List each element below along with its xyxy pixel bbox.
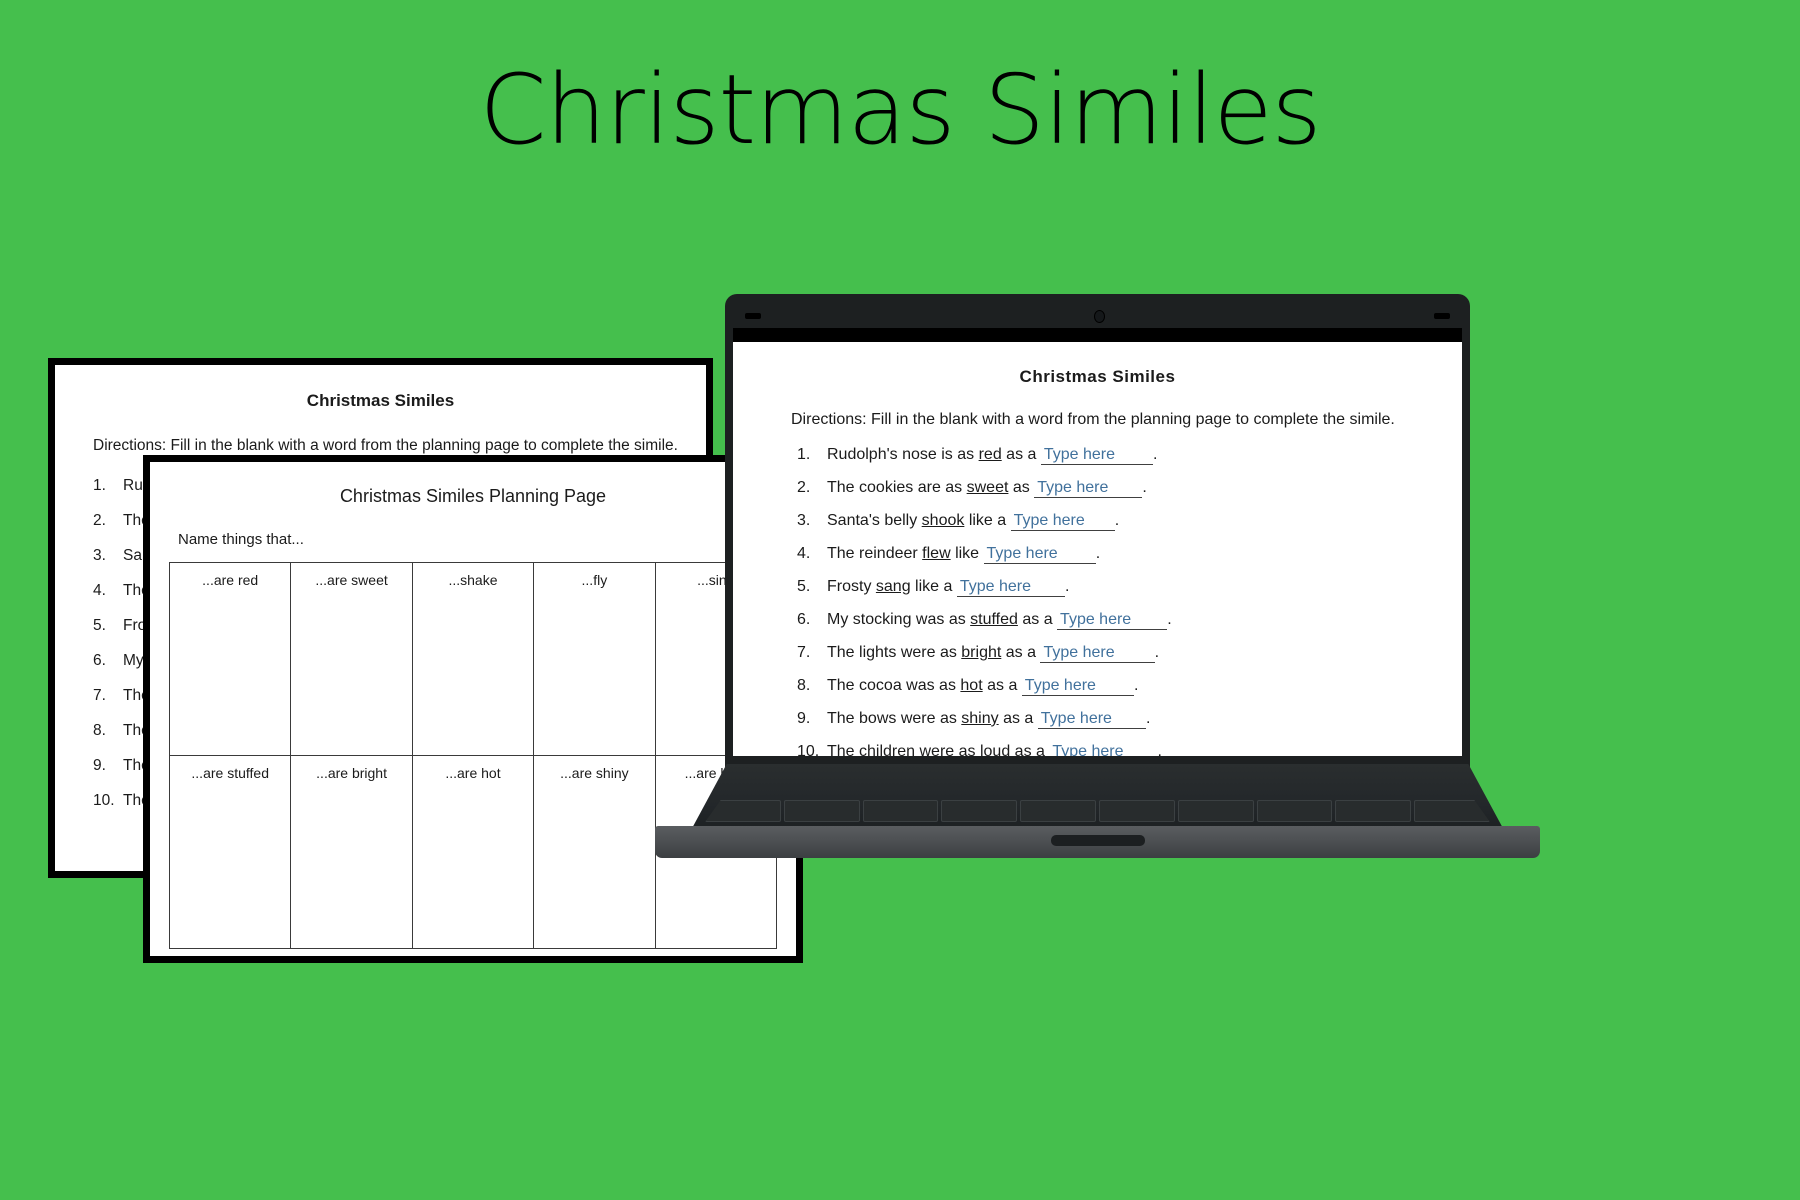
simile-keyword: bright (961, 644, 1002, 661)
laptop-key (1020, 800, 1096, 822)
type-here-blank[interactable]: Type here (1040, 446, 1154, 465)
back-item-number: 7. (93, 687, 106, 704)
simile-item-number: 1. (797, 446, 811, 463)
laptop-key (941, 800, 1018, 822)
back-item-number: 10. (93, 792, 115, 809)
type-here-blank[interactable]: Type here (1037, 710, 1146, 729)
indicator-left-icon (745, 313, 761, 319)
simile-keyword: red (978, 446, 1002, 463)
simile-item-number: 9. (797, 710, 811, 727)
planning-table-cell[interactable]: ...are bright (290, 755, 413, 949)
worksheet-simile-item: 3. Santa's belly shook like a Type here. (797, 512, 1120, 531)
simile-item-number: 5. (797, 578, 811, 595)
back-item-number: 6. (93, 652, 106, 669)
simile-keyword: sweet (966, 479, 1009, 496)
webcam-icon (1093, 310, 1105, 323)
laptop-key (1098, 800, 1175, 822)
simile-keyword: stuffed (970, 611, 1018, 628)
simile-keyword: shiny (961, 710, 999, 727)
worksheet-simile-item: 5. Frosty sang like a Type here. (797, 578, 1070, 597)
simile-keyword: sang (875, 578, 911, 595)
worksheet-simile-item: 10. The children were as loud as a Type h… (797, 743, 1462, 756)
simile-item-number: 4. (797, 545, 811, 562)
laptop-lid-notch (1050, 835, 1145, 846)
worksheet-simile-item: 4. The reindeer flew like Type here. (797, 545, 1101, 564)
type-here-blank[interactable]: Type here (1049, 743, 1157, 756)
laptop-key (1335, 800, 1412, 822)
type-here-blank[interactable]: Type here (983, 545, 1096, 564)
simile-keyword: flew (922, 545, 951, 562)
planning-table-cell[interactable]: ...fly (533, 562, 656, 756)
back-worksheet-title: Christmas Similes (306, 391, 455, 410)
simile-keyword: hot (960, 677, 983, 694)
worksheet-simile-item: 2. The cookies are as sweet as Type here. (797, 479, 1147, 498)
indicator-right-icon (1434, 313, 1450, 319)
worksheet-title: Christmas Similes (1019, 367, 1176, 386)
planning-table-cell[interactable]: ...are sweet (290, 562, 413, 756)
page-title: Christmas Similes (479, 54, 1321, 166)
worksheet-simile-item: 6. My stocking was as stuffed as a Type h… (797, 611, 1172, 630)
type-here-blank[interactable]: Type here (1040, 644, 1155, 663)
type-here-blank[interactable]: Type here (1010, 512, 1115, 531)
back-item-number: 8. (93, 722, 106, 739)
back-item-number: 4. (93, 582, 106, 599)
planning-table-cell[interactable]: ...shake (411, 562, 535, 756)
worksheet-simile-item: 7. The lights were as bright as a Type he… (797, 644, 1160, 663)
worksheet-directions: Directions: Fill in the blank with a wor… (791, 411, 1395, 428)
laptop-lid: Christmas Similes Directions: Fill in th… (725, 294, 1470, 788)
laptop-base (655, 764, 1540, 864)
simile-item-number: 8. (797, 677, 811, 694)
planning-table-cell[interactable]: ...are red (168, 562, 292, 756)
back-item-number: 5. (93, 617, 106, 634)
worksheet-simile-item: 8. The cocoa was as hot as a Type here. (797, 677, 1139, 696)
type-here-blank[interactable]: Type here (1021, 677, 1134, 696)
simile-item-number: 2. (797, 479, 811, 496)
laptop-key (783, 800, 860, 822)
simile-keyword: loud (979, 743, 1011, 756)
laptop-key (862, 800, 939, 822)
back-worksheet-directions: Directions: Fill in the blank with a wor… (93, 437, 678, 454)
back-item-number: 9. (93, 757, 106, 774)
planning-table-cell[interactable]: ...are stuffed (168, 755, 292, 949)
laptop-mockup: Christmas Similes Directions: Fill in th… (655, 294, 1540, 864)
back-item-number: 3. (93, 547, 106, 564)
worksheet-simile-item: 9. The bows were as shiny as a Type here. (797, 710, 1151, 729)
simile-item-number: 10. (797, 743, 820, 756)
planning-table-cell[interactable]: ...are hot (411, 755, 535, 949)
type-here-blank[interactable]: Type here (1034, 479, 1143, 498)
simile-item-number: 6. (797, 611, 811, 628)
planning-table-cell[interactable]: ...are shiny (533, 755, 656, 949)
laptop-key-row (705, 800, 1490, 822)
simile-item-number: 3. (797, 512, 811, 529)
laptop-key (1177, 800, 1254, 822)
worksheet-simile-item: 1. Rudolph's nose is as red as a Type her… (797, 446, 1158, 465)
laptop-front-edge (655, 826, 1540, 858)
laptop-screen: Christmas Similes Directions: Fill in th… (733, 342, 1462, 756)
simile-item-number: 7. (797, 644, 811, 661)
back-item-number: 1. (93, 477, 106, 494)
type-here-blank[interactable]: Type here (956, 578, 1065, 597)
laptop-key (1256, 800, 1333, 822)
type-here-blank[interactable]: Type here (1057, 611, 1168, 630)
simile-keyword: shook (921, 512, 965, 529)
worksheet-simile-list: 1. Rudolph's nose is as red as a Type her… (733, 446, 1462, 756)
back-item-number: 2. (93, 512, 106, 529)
